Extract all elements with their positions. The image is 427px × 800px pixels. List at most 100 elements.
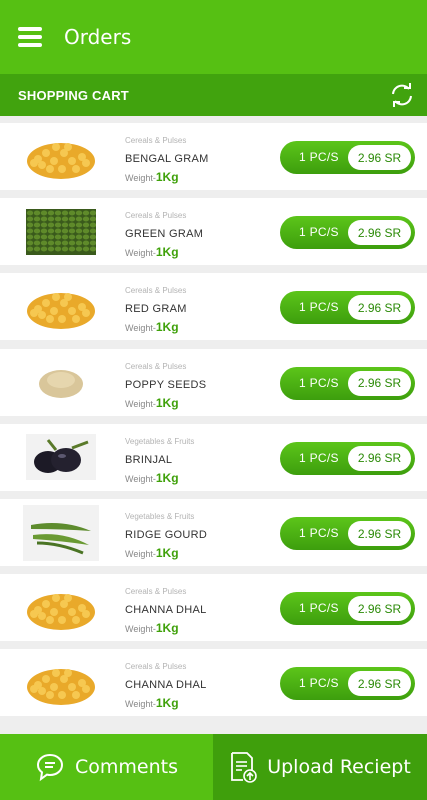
product-category: Vegetables & Fruits [125,512,195,521]
weight-label: Weight- [125,549,156,559]
product-weight: Weight-1Kg [125,471,194,485]
weight-value: 1Kg [155,170,179,184]
quantity-price-button[interactable]: 1 PC/S 2.96 SR [280,667,415,701]
hamburger-menu-icon[interactable] [18,27,42,47]
weight-value: 1Kg [155,470,179,485]
product-category: Cereals & Pulses [125,211,187,221]
app-bar: Orders [0,0,427,74]
product-info: Vegetables & Fruits BRINJAL Weight-1Kg [125,437,194,485]
product-image [22,430,100,485]
product-info: Vegetables & Fruits RIDGE GOURD Weight-1Kg [125,512,207,560]
quantity-price-button[interactable]: 1 PC/S 2.96 SR [280,517,415,550]
chat-bubble-icon [36,753,64,782]
product-name: RIDGE GOURD [125,529,208,541]
product-image [22,279,100,334]
bottom-action-bar: Comments Upload Reciept [0,734,427,800]
quantity-label: 1 PC/S [299,375,339,390]
price-label: 2.96 SR [348,671,411,697]
price-label: 2.96 SR [348,220,411,246]
quantity-price-button[interactable]: 1 PC/S 2.96 SR [280,291,415,325]
price-label: 2.96 SR [348,521,411,546]
upload-receipt-button[interactable]: Upload Reciept [213,734,427,800]
price-label: 2.96 SR [348,370,411,396]
quantity-price-button[interactable]: 1 PC/S 2.96 SR [280,441,415,475]
price-label: 2.96 SR [348,145,411,170]
cart-item[interactable]: Cereals & Pulses CHANNA DHAL Weight-1Kg 1 P… [0,574,427,642]
weight-label: Weight- [125,248,156,259]
product-category: Vegetables & Fruits [125,436,195,446]
product-info: Cereals & Pulses BENGAL GRAM Weight-1Kg [125,136,209,184]
cart-item[interactable]: Vegetables & Fruits BRINJAL Weight-1Kg 1 PC… [0,423,427,491]
product-weight: Weight-1Kg [125,696,207,710]
weight-value: 1Kg [155,245,179,260]
product-name: BRINJAL [125,453,173,466]
product-name: POPPY SEEDS [125,378,207,391]
product-category: Cereals & Pulses [125,587,187,597]
cart-item[interactable]: Cereals & Pulses RED GRAM Weight-1Kg 1 PC/S… [0,273,427,341]
product-weight: Weight-1Kg [125,170,209,184]
price-label: 2.96 SR [348,596,411,622]
price-label: 2.96 SR [348,295,411,321]
cart-item[interactable]: Cereals & Pulses POPPY SEEDS Weight-1Kg 1 P… [0,348,427,416]
quantity-price-button[interactable]: 1 PC/S 2.96 SR [280,216,415,250]
product-name: CHANNA DHAL [125,604,207,617]
quantity-label: 1 PC/S [299,526,339,540]
weight-value: 1Kg [155,395,179,410]
upload-receipt-label: Upload Reciept [267,756,411,778]
product-weight: Weight-1Kg [125,546,207,560]
comments-label: Comments [75,756,178,778]
cart-item[interactable]: Cereals & Pulses BENGAL GRAM Weight-1Kg 1 P… [0,123,427,190]
weight-label: Weight- [125,699,156,710]
quantity-price-button[interactable]: 1 PC/S 2.96 SR [280,366,415,400]
cart-item[interactable]: Cereals & Pulses GREEN GRAM Weight-1Kg 1 PC… [0,198,427,266]
product-name: BENGAL GRAM [125,153,209,165]
quantity-label: 1 PC/S [299,450,339,465]
weight-value: 1Kg [155,546,179,560]
product-weight: Weight-1Kg [125,621,207,635]
product-image [22,504,100,561]
quantity-label: 1 PC/S [299,150,339,164]
weight-value: 1Kg [155,696,179,711]
product-weight: Weight-1Kg [125,320,187,334]
product-category: Cereals & Pulses [125,136,187,145]
quantity-label: 1 PC/S [299,676,339,691]
shopping-cart-header: SHOPPING CART [0,74,427,116]
cart-item[interactable]: Vegetables & Fruits RIDGE GOURD Weight-1Kg… [0,499,427,566]
product-category: Cereals & Pulses [125,361,187,371]
weight-label: Weight- [125,323,156,334]
product-weight: Weight-1Kg [125,245,203,259]
product-image [22,204,100,259]
product-info: Cereals & Pulses POPPY SEEDS Weight-1Kg [125,362,206,410]
quantity-price-button[interactable]: 1 PC/S 2.96 SR [280,141,415,174]
weight-label: Weight- [125,398,156,409]
product-name: GREEN GRAM [125,228,204,241]
quantity-price-button[interactable]: 1 PC/S 2.96 SR [280,592,415,626]
weight-label: Weight- [125,624,156,635]
page-title: Orders [64,25,132,49]
quantity-label: 1 PC/S [299,225,339,240]
product-image [22,655,100,710]
product-info: Cereals & Pulses GREEN GRAM Weight-1Kg [125,211,203,259]
cart-item[interactable]: Cereals & Pulses CHANNA DHAL Weight-1Kg 1 P… [0,649,427,717]
product-image [22,129,100,184]
quantity-label: 1 PC/S [299,300,339,315]
product-name: RED GRAM [125,303,187,316]
upload-document-icon [231,752,258,783]
product-info: Cereals & Pulses CHANNA DHAL Weight-1Kg [125,662,207,710]
product-category: Cereals & Pulses [125,286,187,296]
weight-value: 1Kg [155,320,179,335]
weight-label: Weight- [125,173,156,183]
product-info: Cereals & Pulses RED GRAM Weight-1Kg [125,286,187,334]
product-image [22,355,100,410]
weight-value: 1Kg [155,621,179,636]
section-title: SHOPPING CART [18,87,129,103]
price-label: 2.96 SR [348,445,411,471]
product-name: CHANNA DHAL [125,679,207,692]
comments-button[interactable]: Comments [0,734,213,800]
product-weight: Weight-1Kg [125,396,206,410]
product-image [22,580,100,635]
quantity-label: 1 PC/S [299,601,339,616]
refresh-icon[interactable] [389,82,415,108]
weight-label: Weight- [125,473,156,484]
product-info: Cereals & Pulses CHANNA DHAL Weight-1Kg [125,587,207,635]
